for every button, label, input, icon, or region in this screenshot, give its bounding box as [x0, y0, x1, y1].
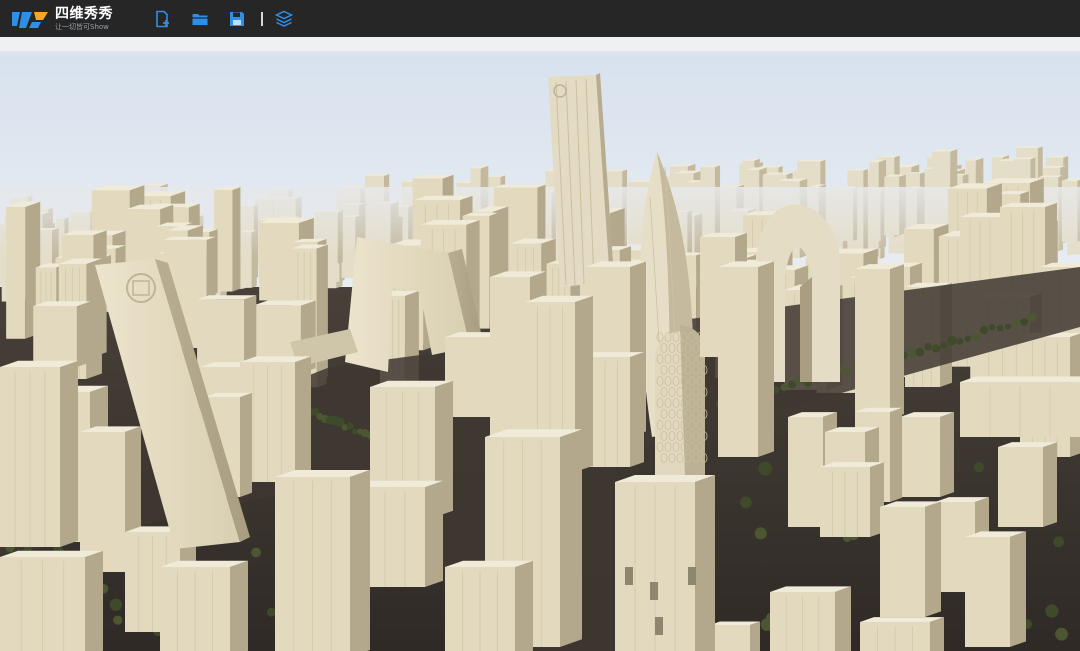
- tree: [1053, 536, 1065, 548]
- tree: [844, 368, 852, 377]
- tool-group: [154, 10, 312, 28]
- tree: [924, 342, 932, 351]
- brand-name: 四维秀秀: [55, 5, 113, 22]
- foreground-building: [860, 617, 944, 651]
- tree: [1019, 317, 1029, 326]
- brand-slogan: 让一切皆可Show: [55, 22, 109, 31]
- tree: [931, 344, 941, 353]
- tree: [940, 341, 948, 349]
- city-scene: [0, 37, 1080, 651]
- foreground-building: [445, 560, 533, 651]
- tree: [113, 615, 123, 625]
- foreground-building: [855, 264, 904, 419]
- foreground-building: [0, 360, 78, 547]
- tree: [1055, 627, 1068, 641]
- tree: [758, 461, 773, 476]
- brand: 四维秀秀 让一切皆可Show: [10, 7, 132, 31]
- foreground-building: [275, 470, 370, 651]
- foreground-building: [615, 475, 715, 651]
- save-button[interactable]: [228, 10, 246, 28]
- tree: [971, 332, 981, 341]
- tree: [964, 335, 972, 342]
- foreground-building: [710, 621, 760, 651]
- 3d-city-viewport[interactable]: [0, 37, 1080, 651]
- landmark-dome-tower: [655, 325, 708, 477]
- foreground-building: [965, 531, 1026, 647]
- tree: [109, 598, 123, 611]
- tree: [788, 380, 796, 389]
- tree: [973, 462, 984, 473]
- foreground-building: [998, 442, 1057, 527]
- tree: [1012, 318, 1020, 326]
- new-file-button[interactable]: [154, 10, 172, 28]
- open-folder-icon: [192, 13, 208, 25]
- midground-building: [33, 301, 91, 367]
- foreground-building: [900, 412, 954, 497]
- top-toolbar: 四维秀秀 让一切皆可Show: [0, 0, 1080, 37]
- tree: [267, 607, 276, 617]
- tree: [979, 326, 989, 335]
- tree: [251, 547, 261, 558]
- tree: [754, 527, 767, 540]
- foreground-building: [880, 501, 941, 617]
- tree: [988, 323, 996, 331]
- tree: [996, 324, 1004, 332]
- foreground-building: [160, 560, 248, 651]
- tree: [956, 337, 964, 345]
- tree: [780, 383, 788, 392]
- layers-icon: [275, 10, 293, 27]
- foreground-building: [718, 261, 774, 457]
- tree: [915, 347, 925, 357]
- tree: [1004, 323, 1012, 330]
- tree: [1045, 604, 1059, 618]
- foreground-building: [770, 586, 851, 651]
- sky-haze-band: [0, 37, 1080, 51]
- tree: [907, 347, 917, 358]
- new-file-icon: [156, 10, 169, 27]
- foreground-building: [0, 550, 103, 651]
- tree: [739, 496, 752, 509]
- tree: [1027, 312, 1037, 323]
- midground-building: [213, 187, 241, 292]
- tree: [346, 421, 354, 430]
- brand-logo-icon: [12, 11, 48, 28]
- foreground-building: [820, 462, 884, 537]
- foreground-building: [960, 376, 1080, 437]
- open-folder-button[interactable]: [191, 10, 209, 28]
- layers-button[interactable]: [275, 10, 293, 28]
- toolbar-divider: [261, 11, 263, 26]
- tree: [947, 335, 957, 346]
- save-icon: [230, 11, 244, 26]
